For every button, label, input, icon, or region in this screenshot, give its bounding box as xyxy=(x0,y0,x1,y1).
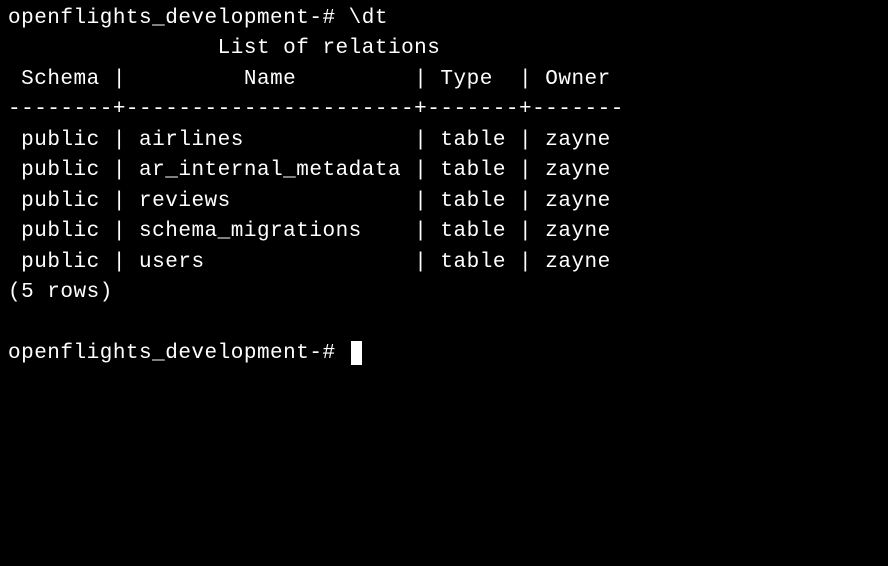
table-title: List of relations xyxy=(8,34,880,64)
cursor-icon xyxy=(351,341,362,365)
table-row: public | reviews | table | zayne xyxy=(8,187,880,217)
command: \dt xyxy=(349,7,388,30)
table-header: Schema | Name | Type | Owner xyxy=(8,65,880,95)
prompt-line[interactable]: openflights_development-# xyxy=(8,339,880,369)
prompt: openflights_development-# xyxy=(8,7,336,30)
terminal-output[interactable]: openflights_development-# \dt List of re… xyxy=(8,4,880,369)
table-row: public | users | table | zayne xyxy=(8,248,880,278)
table-divider: --------+----------------------+-------+… xyxy=(8,95,880,125)
table-row: public | airlines | table | zayne xyxy=(8,126,880,156)
blank-line xyxy=(8,308,880,338)
prompt: openflights_development-# xyxy=(8,342,336,365)
table-row: public | ar_internal_metadata | table | … xyxy=(8,156,880,186)
row-count: (5 rows) xyxy=(8,278,880,308)
table-row: public | schema_migrations | table | zay… xyxy=(8,217,880,247)
command-line: openflights_development-# \dt xyxy=(8,4,880,34)
